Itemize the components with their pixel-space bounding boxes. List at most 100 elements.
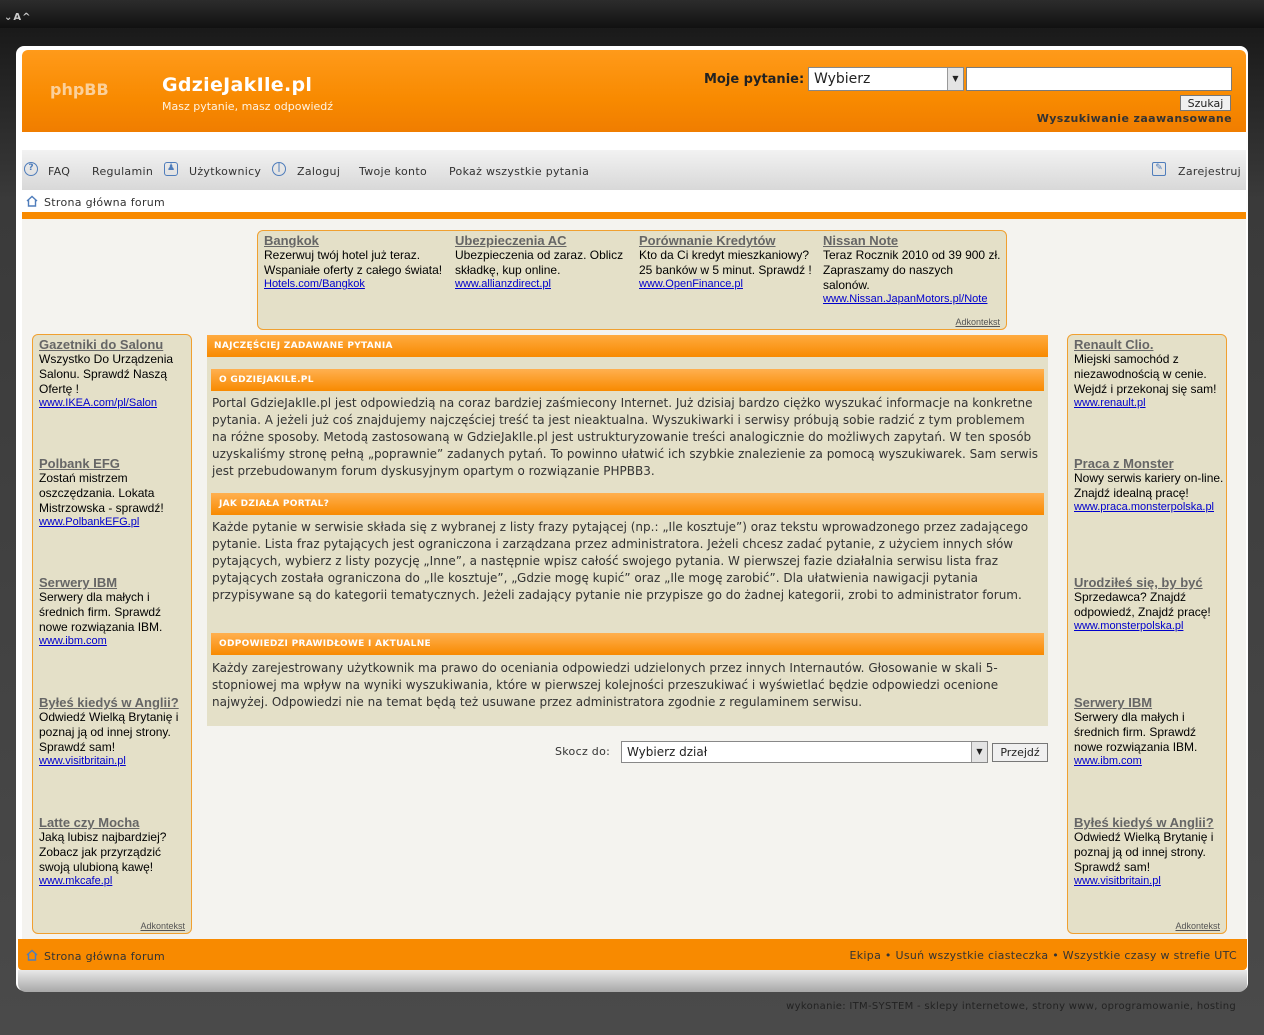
nav-all-questions[interactable]: Pokaż wszystkie pytania	[449, 165, 589, 178]
adkontekst-link[interactable]: Adkontekst	[955, 317, 1000, 327]
ad-title[interactable]: Latte czy Mocha	[39, 815, 185, 830]
ad-text: Teraz Rocznik 2010 od 39 900 zł. Zaprasz…	[823, 248, 1001, 292]
section-text: Portal GdzieJakIle.pl jest odpowiedzią n…	[212, 396, 1039, 478]
side-ad[interactable]: Praca z Monster Nowy serwis kariery on-l…	[1074, 456, 1224, 513]
adkontekst-link[interactable]: Adkontekst	[140, 921, 185, 931]
side-ad[interactable]: Latte czy Mocha Jaką lubisz najbardziej?…	[39, 815, 185, 887]
jump-forum-select[interactable]: Wybierz dział ▼	[621, 741, 988, 763]
ad-url[interactable]: www.monsterpolska.pl	[1074, 620, 1224, 632]
ad-url[interactable]: www.visitbritain.pl	[1074, 875, 1224, 887]
ad-url[interactable]: www.renault.pl	[1074, 397, 1224, 409]
side-ad[interactable]: Serwery IBM Serwery dla małych i średnic…	[39, 575, 185, 647]
power-icon: |	[272, 162, 286, 176]
ad-url[interactable]: www.ibm.com	[1074, 755, 1224, 767]
adkontekst-link[interactable]: Adkontekst	[1175, 921, 1220, 931]
phpbb-logo[interactable]: phpBB	[50, 80, 122, 100]
nav-register[interactable]: Zarejestruj	[1178, 165, 1241, 178]
ad-url[interactable]: www.mkcafe.pl	[39, 875, 185, 887]
ad-title[interactable]: Bangkok	[264, 233, 444, 248]
question-phrase-select[interactable]: Wybierz ▼	[808, 67, 964, 91]
jump-go-button[interactable]: Przejdź	[992, 743, 1048, 762]
site-title[interactable]: GdzieJakIle.pl	[162, 74, 312, 96]
top-ad[interactable]: Bangkok Rezerwuj twój hotel już teraz. W…	[264, 233, 444, 290]
ad-url[interactable]: www.PolbankEFG.pl	[39, 516, 185, 528]
ad-title[interactable]: Byłeś kiedyś w Anglii?	[39, 695, 185, 710]
top-ad[interactable]: Ubezpieczenia AC Ubezpieczenia od zaraz.…	[455, 233, 630, 290]
breadcrumb: Strona główna forum	[22, 191, 1246, 212]
top-ad[interactable]: Nissan Note Teraz Rocznik 2010 od 39 900…	[823, 233, 1003, 305]
section-text: Każdy zarejestrowany użytkownik ma prawo…	[212, 661, 999, 709]
nav-rules[interactable]: Regulamin	[92, 165, 153, 178]
ad-url[interactable]: www.Nissan.JapanMotors.pl/Note	[823, 293, 1003, 305]
ad-title[interactable]: Praca z Monster	[1074, 456, 1224, 471]
ad-url[interactable]: Hotels.com/Bangkok	[264, 278, 444, 290]
ad-text: Odwiedź Wielką Brytanię i poznaj ją od i…	[1074, 830, 1214, 874]
footer-team-link[interactable]: Ekipa	[850, 949, 882, 962]
home-icon	[26, 195, 38, 207]
nav-users[interactable]: Użytkownicy	[189, 165, 261, 178]
side-ad[interactable]: Gazetniki do Salonu Wszystko Do Urządzen…	[39, 337, 185, 409]
frame-bottom	[18, 970, 1247, 992]
nav-login[interactable]: Zaloguj	[297, 165, 340, 178]
footer-separator: •	[1052, 949, 1059, 962]
side-ad[interactable]: Byłeś kiedyś w Anglii? Odwiedź Wielką Br…	[39, 695, 185, 767]
search-button[interactable]: Szukaj	[1180, 95, 1231, 111]
side-ad[interactable]: Serwery IBM Serwery dla małych i średnic…	[1074, 695, 1224, 767]
footer-home-link[interactable]: Strona główna forum	[44, 950, 165, 963]
footer: Strona główna forum Ekipa • Usuń wszystk…	[18, 939, 1247, 970]
nav-faq[interactable]: FAQ	[48, 165, 70, 178]
section-text: Każde pytanie w serwisie składa się z wy…	[212, 520, 1029, 602]
ad-url[interactable]: www.ibm.com	[39, 635, 185, 647]
ad-url[interactable]: www.praca.monsterpolska.pl	[1074, 501, 1224, 513]
ad-text: Odwiedź Wielką Brytanię i poznaj ją od i…	[39, 710, 179, 754]
dropdown-arrow-icon[interactable]: ▼	[947, 68, 963, 90]
nav-bar: ? FAQ Regulamin ♟ Użytkownicy | Zaloguj …	[22, 150, 1246, 190]
left-ad-column: Gazetniki do Salonu Wszystko Do Urządzen…	[32, 334, 192, 934]
side-ad[interactable]: Byłeś kiedyś w Anglii? Odwiedź Wielką Br…	[1074, 815, 1224, 887]
ad-title[interactable]: Serwery IBM	[1074, 695, 1224, 710]
question-phrase-value: Wybierz	[814, 71, 871, 87]
ad-text: Jaką lubisz najbardziej? Zobacz jak przy…	[39, 830, 167, 874]
jump-label: Skocz do:	[555, 745, 611, 758]
side-ad[interactable]: Urodziłeś się, by być Sprzedawca? Znajdź…	[1074, 575, 1224, 632]
advanced-search-link[interactable]: Wyszukiwanie zaawansowane	[1037, 112, 1232, 125]
credit-text: wykonanie: ITM-SYSTEM - sklepy interneto…	[786, 1001, 1236, 1012]
site-description: Masz pytanie, masz odpowiedź	[162, 100, 334, 113]
top-bar: ⌄A^	[0, 0, 1264, 28]
ad-text: Sprzedawca? Znajdź odpowiedź, Znajdź pra…	[1074, 590, 1211, 619]
orange-divider	[22, 212, 1246, 219]
ad-title[interactable]: Urodziłeś się, by być	[1074, 575, 1224, 590]
ad-text: Miejski samochód z niezawodnością w ceni…	[1074, 352, 1217, 396]
home-icon	[26, 949, 38, 961]
ad-title[interactable]: Renault Clio.	[1074, 337, 1224, 352]
ad-title[interactable]: Byłeś kiedyś w Anglii?	[1074, 815, 1224, 830]
ad-url[interactable]: www.OpenFinance.pl	[639, 278, 814, 290]
footer-delete-cookies-link[interactable]: Usuń wszystkie ciasteczka	[896, 949, 1049, 962]
ad-text: Kto da Ci kredyt mieszkaniowy? 25 banków…	[639, 248, 812, 277]
ad-text: Wszystko Do Urządzenia Salonu. Sprawdź N…	[39, 352, 174, 396]
dropdown-arrow-icon[interactable]: ▼	[971, 742, 987, 762]
side-ad[interactable]: Renault Clio. Miejski samochód z niezawo…	[1074, 337, 1224, 409]
ad-title[interactable]: Porównanie Kredytów	[639, 233, 814, 248]
ad-title[interactable]: Serwery IBM	[39, 575, 185, 590]
nav-account[interactable]: Twoje konto	[359, 165, 427, 178]
ad-url[interactable]: www.allianzdirect.pl	[455, 278, 630, 290]
header: phpBB GdzieJakIle.pl Masz pytanie, masz …	[22, 50, 1246, 132]
ad-title[interactable]: Polbank EFG	[39, 456, 185, 471]
top-ad[interactable]: Porównanie Kredytów Kto da Ci kredyt mie…	[639, 233, 814, 290]
faq-icon: ?	[24, 162, 38, 176]
ad-text: Nowy serwis kariery on-line. Znajdź idea…	[1074, 471, 1224, 500]
faq-heading: NAJCZĘŚCIEJ ZADAWANE PYTANIA	[207, 335, 1048, 357]
ad-url[interactable]: www.IKEA.com/pl/Salon	[39, 397, 185, 409]
ad-title[interactable]: Ubezpieczenia AC	[455, 233, 630, 248]
ad-url[interactable]: www.visitbritain.pl	[39, 755, 185, 767]
font-size-controls[interactable]: ⌄A^	[4, 12, 32, 23]
faq-panel: NAJCZĘŚCIEJ ZADAWANE PYTANIA O GDZIEJAKI…	[207, 335, 1048, 726]
side-ad[interactable]: Polbank EFG Zostań mistrzem oszczędzania…	[39, 456, 185, 528]
ad-title[interactable]: Nissan Note	[823, 233, 1003, 248]
ad-text: Zostań mistrzem oszczędzania. Lokata Mis…	[39, 471, 164, 515]
breadcrumb-home-link[interactable]: Strona główna forum	[44, 196, 165, 209]
ad-text: Serwery dla małych i średnich firm. Spra…	[39, 590, 163, 634]
question-input[interactable]	[966, 67, 1232, 91]
ad-title[interactable]: Gazetniki do Salonu	[39, 337, 185, 352]
